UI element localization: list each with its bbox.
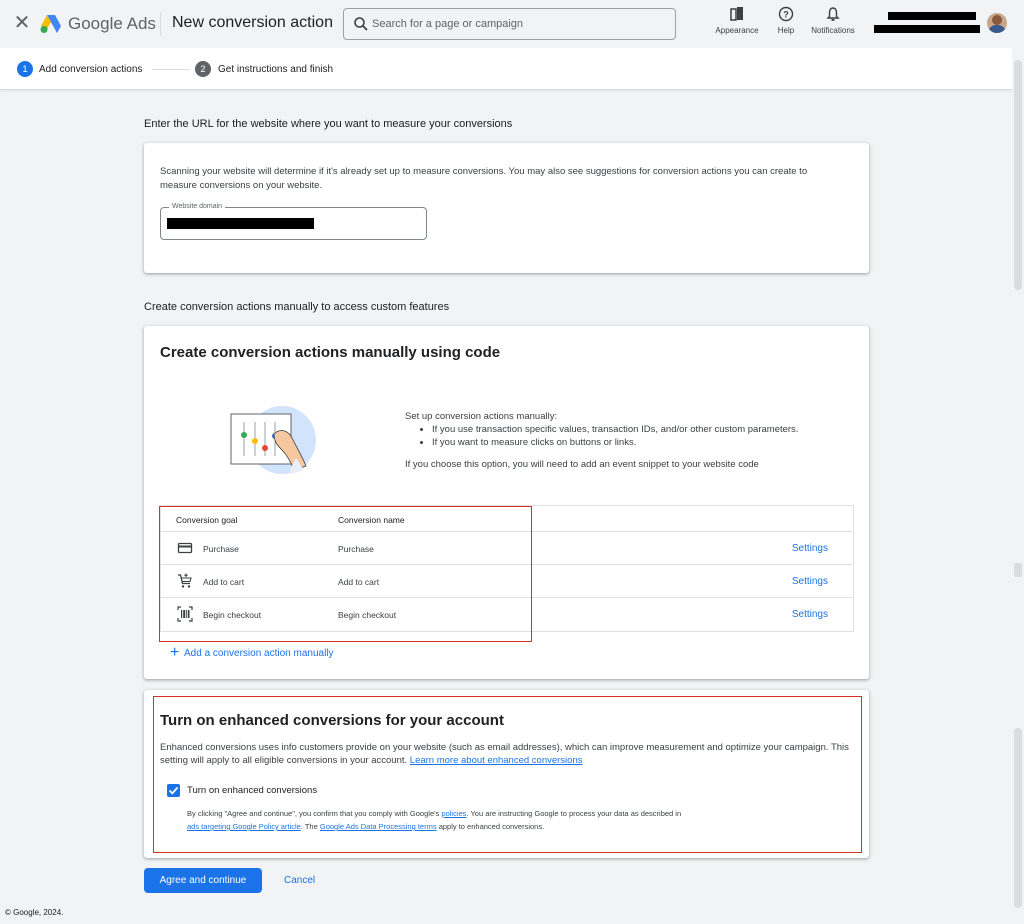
url-section-heading: Enter the URL for the website where you …	[144, 118, 513, 130]
scrollbar-track-segment	[1014, 728, 1022, 908]
redacted-account-id	[874, 25, 980, 33]
search-placeholder: Search for a page or campaign	[372, 18, 524, 30]
website-domain-field[interactable]: Website domain	[160, 203, 427, 240]
redacted-domain-value	[167, 218, 314, 229]
step-2-label: Get instructions and finish	[218, 64, 334, 75]
redacted-account-name	[888, 12, 976, 20]
step-1-label: Add conversion actions	[39, 64, 143, 75]
manual-bullet: If you want to measure clicks on buttons…	[432, 436, 798, 449]
notifications-button[interactable]: Notifications	[806, 6, 860, 35]
step-2-number: 2	[195, 61, 211, 77]
page-title: New conversion action	[172, 14, 333, 31]
step-connector	[152, 69, 190, 70]
appearance-button[interactable]: Appearance	[714, 6, 760, 35]
scrollbar-marker	[1014, 563, 1022, 577]
page-scrollbar[interactable]	[1012, 48, 1024, 924]
appearance-icon	[730, 7, 743, 21]
website-domain-label: Website domain	[169, 203, 226, 210]
stepper: 1 Add conversion actions 2 Get instructi…	[0, 48, 1012, 90]
highlight-box	[159, 506, 532, 642]
appearance-label: Appearance	[715, 26, 759, 35]
manual-description: Set up conversion actions manually: If y…	[405, 410, 798, 449]
cancel-button[interactable]: Cancel	[284, 875, 315, 886]
help-icon: ?	[778, 6, 794, 22]
google-ads-logo	[40, 15, 61, 33]
highlight-box	[153, 696, 862, 853]
agree-and-continue-button[interactable]: Agree and continue	[144, 868, 262, 893]
bell-icon	[826, 7, 840, 21]
help-label: Help	[777, 26, 795, 35]
top-app-bar: ✕ Google Ads New conversion action Searc…	[0, 0, 1024, 48]
manual-note: If you choose this option, you will need…	[405, 459, 759, 470]
step-1-number: 1	[17, 61, 33, 77]
manual-intro: Set up conversion actions manually:	[405, 411, 558, 422]
help-button[interactable]: ? Help	[774, 6, 798, 35]
url-card: Scanning your website will determine if …	[144, 143, 869, 273]
brand-name: Google Ads	[68, 14, 156, 33]
notifications-label: Notifications	[811, 26, 855, 35]
url-description: Scanning your website will determine if …	[160, 166, 808, 191]
search-input[interactable]: Search for a page or campaign	[343, 8, 676, 40]
manual-card-title: Create conversion actions manually using…	[160, 344, 501, 361]
header-divider	[160, 12, 161, 36]
scrollbar-thumb[interactable]	[1014, 60, 1022, 290]
manual-bullets: If you use transaction specific values, …	[432, 423, 798, 449]
add-icon: +	[170, 644, 180, 661]
settings-link[interactable]: Settings	[792, 576, 828, 587]
settings-link[interactable]: Settings	[792, 609, 828, 620]
close-icon[interactable]: ✕	[13, 13, 31, 33]
search-icon	[354, 17, 368, 31]
avatar[interactable]	[987, 13, 1007, 33]
manual-card: Create conversion actions manually using…	[144, 326, 869, 679]
manual-setup-illustration	[230, 406, 316, 474]
manual-bullet: If you use transaction specific values, …	[432, 423, 798, 436]
manual-section-heading: Create conversion actions manually to ac…	[144, 301, 450, 313]
add-conversion-action-link[interactable]: Add a conversion action manually	[184, 648, 334, 659]
settings-link[interactable]: Settings	[792, 543, 828, 554]
svg-text:?: ?	[783, 10, 789, 20]
copyright-footer: © Google, 2024.	[5, 908, 64, 917]
